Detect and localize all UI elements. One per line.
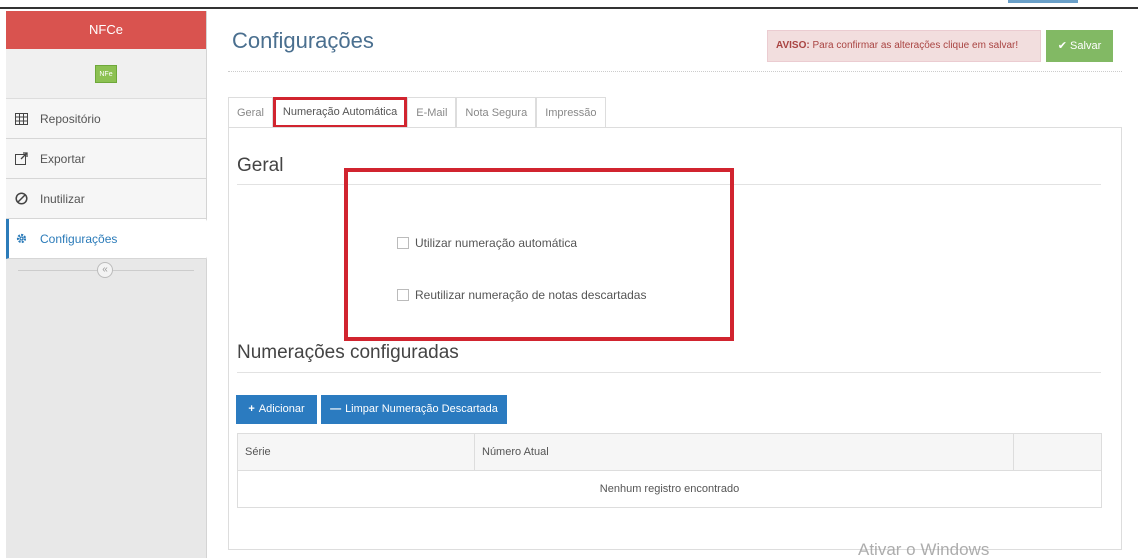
- section-divider: [237, 372, 1101, 373]
- column-header-serie[interactable]: Série: [237, 433, 475, 471]
- numbering-table: Série Número Atual Nenhum registro encon…: [237, 433, 1102, 508]
- add-label: Adicionar: [258, 403, 305, 415]
- sidebar: NFCe NFe Repositório Exportar Inutilizar…: [6, 11, 215, 558]
- auto-numbering-label: Utilizar numeração automática: [415, 236, 578, 250]
- brand-sub: NFe: [6, 49, 206, 99]
- collapse-row: «: [6, 259, 206, 281]
- external-link-icon: [14, 152, 28, 166]
- sidebar-item-inutilizar[interactable]: Inutilizar: [6, 179, 206, 219]
- auto-numbering-checkbox[interactable]: [397, 237, 409, 249]
- plus-icon: +: [248, 403, 255, 415]
- tab-impressao[interactable]: Impressão: [536, 97, 606, 128]
- table-header-row: Série Número Atual: [237, 433, 1102, 471]
- page-title: Configurações: [232, 28, 374, 53]
- brand-header: NFCe: [6, 11, 206, 49]
- minus-icon: —: [330, 403, 342, 415]
- windows-activation-watermark: Ativar o Windows: [858, 540, 990, 559]
- tab-bar: Geral Numeração Automática E-Mail Nota S…: [228, 97, 606, 128]
- tab-geral[interactable]: Geral: [228, 97, 273, 128]
- gear-icon: [14, 232, 28, 246]
- sidebar-item-repositorio[interactable]: Repositório: [6, 99, 206, 139]
- sidebar-item-exportar[interactable]: Exportar: [6, 139, 206, 179]
- sidebar-item-configuracoes[interactable]: Configurações: [6, 219, 215, 259]
- collapse-sidebar-icon[interactable]: «: [97, 262, 113, 278]
- save-button[interactable]: ✔ Salvar: [1046, 30, 1113, 62]
- column-header-actions: [1013, 433, 1102, 471]
- sidebar-item-label: Configurações: [40, 231, 118, 246]
- nfe-badge[interactable]: NFe: [95, 65, 117, 83]
- empty-message: Nenhum registro encontrado: [237, 470, 1102, 508]
- section-title-geral: Geral: [237, 155, 284, 176]
- warning-prefix: AVISO:: [776, 40, 810, 51]
- column-header-numero-atual[interactable]: Número Atual: [474, 433, 1014, 471]
- header-divider: [228, 71, 1122, 72]
- sidebar-item-label: Repositório: [40, 111, 101, 126]
- highlight-box: [344, 168, 734, 341]
- save-label: Salvar: [1070, 40, 1102, 52]
- reuse-numbering-option[interactable]: Reutilizar numeração de notas descartada…: [397, 288, 646, 302]
- check-icon: ✔: [1057, 40, 1067, 52]
- ban-icon: [14, 192, 28, 206]
- add-button[interactable]: + Adicionar: [236, 395, 317, 424]
- top-border: [0, 0, 1138, 9]
- clear-label: Limpar Numeração Descartada: [345, 403, 498, 415]
- tab-numeracao-automatica[interactable]: Numeração Automática: [272, 97, 408, 128]
- reuse-numbering-label: Reutilizar numeração de notas descartada…: [415, 288, 647, 302]
- clear-discarded-button[interactable]: — Limpar Numeração Descartada: [321, 395, 507, 424]
- warning-text: Para confirmar as alterações clique em s…: [809, 40, 1019, 51]
- warning-alert: AVISO: Para confirmar as alterações cliq…: [767, 30, 1041, 62]
- section-title-numeracoes: Numerações configuradas: [237, 342, 459, 363]
- auto-numbering-option[interactable]: Utilizar numeração automática: [397, 236, 577, 250]
- tab-nota-segura[interactable]: Nota Segura: [456, 97, 537, 128]
- sidebar-item-label: Exportar: [40, 151, 86, 166]
- reuse-numbering-checkbox[interactable]: [397, 289, 409, 301]
- grid-table-icon: [14, 112, 28, 126]
- sidebar-item-label: Inutilizar: [40, 191, 85, 206]
- table-row: Nenhum registro encontrado: [237, 470, 1102, 508]
- tab-email[interactable]: E-Mail: [407, 97, 457, 128]
